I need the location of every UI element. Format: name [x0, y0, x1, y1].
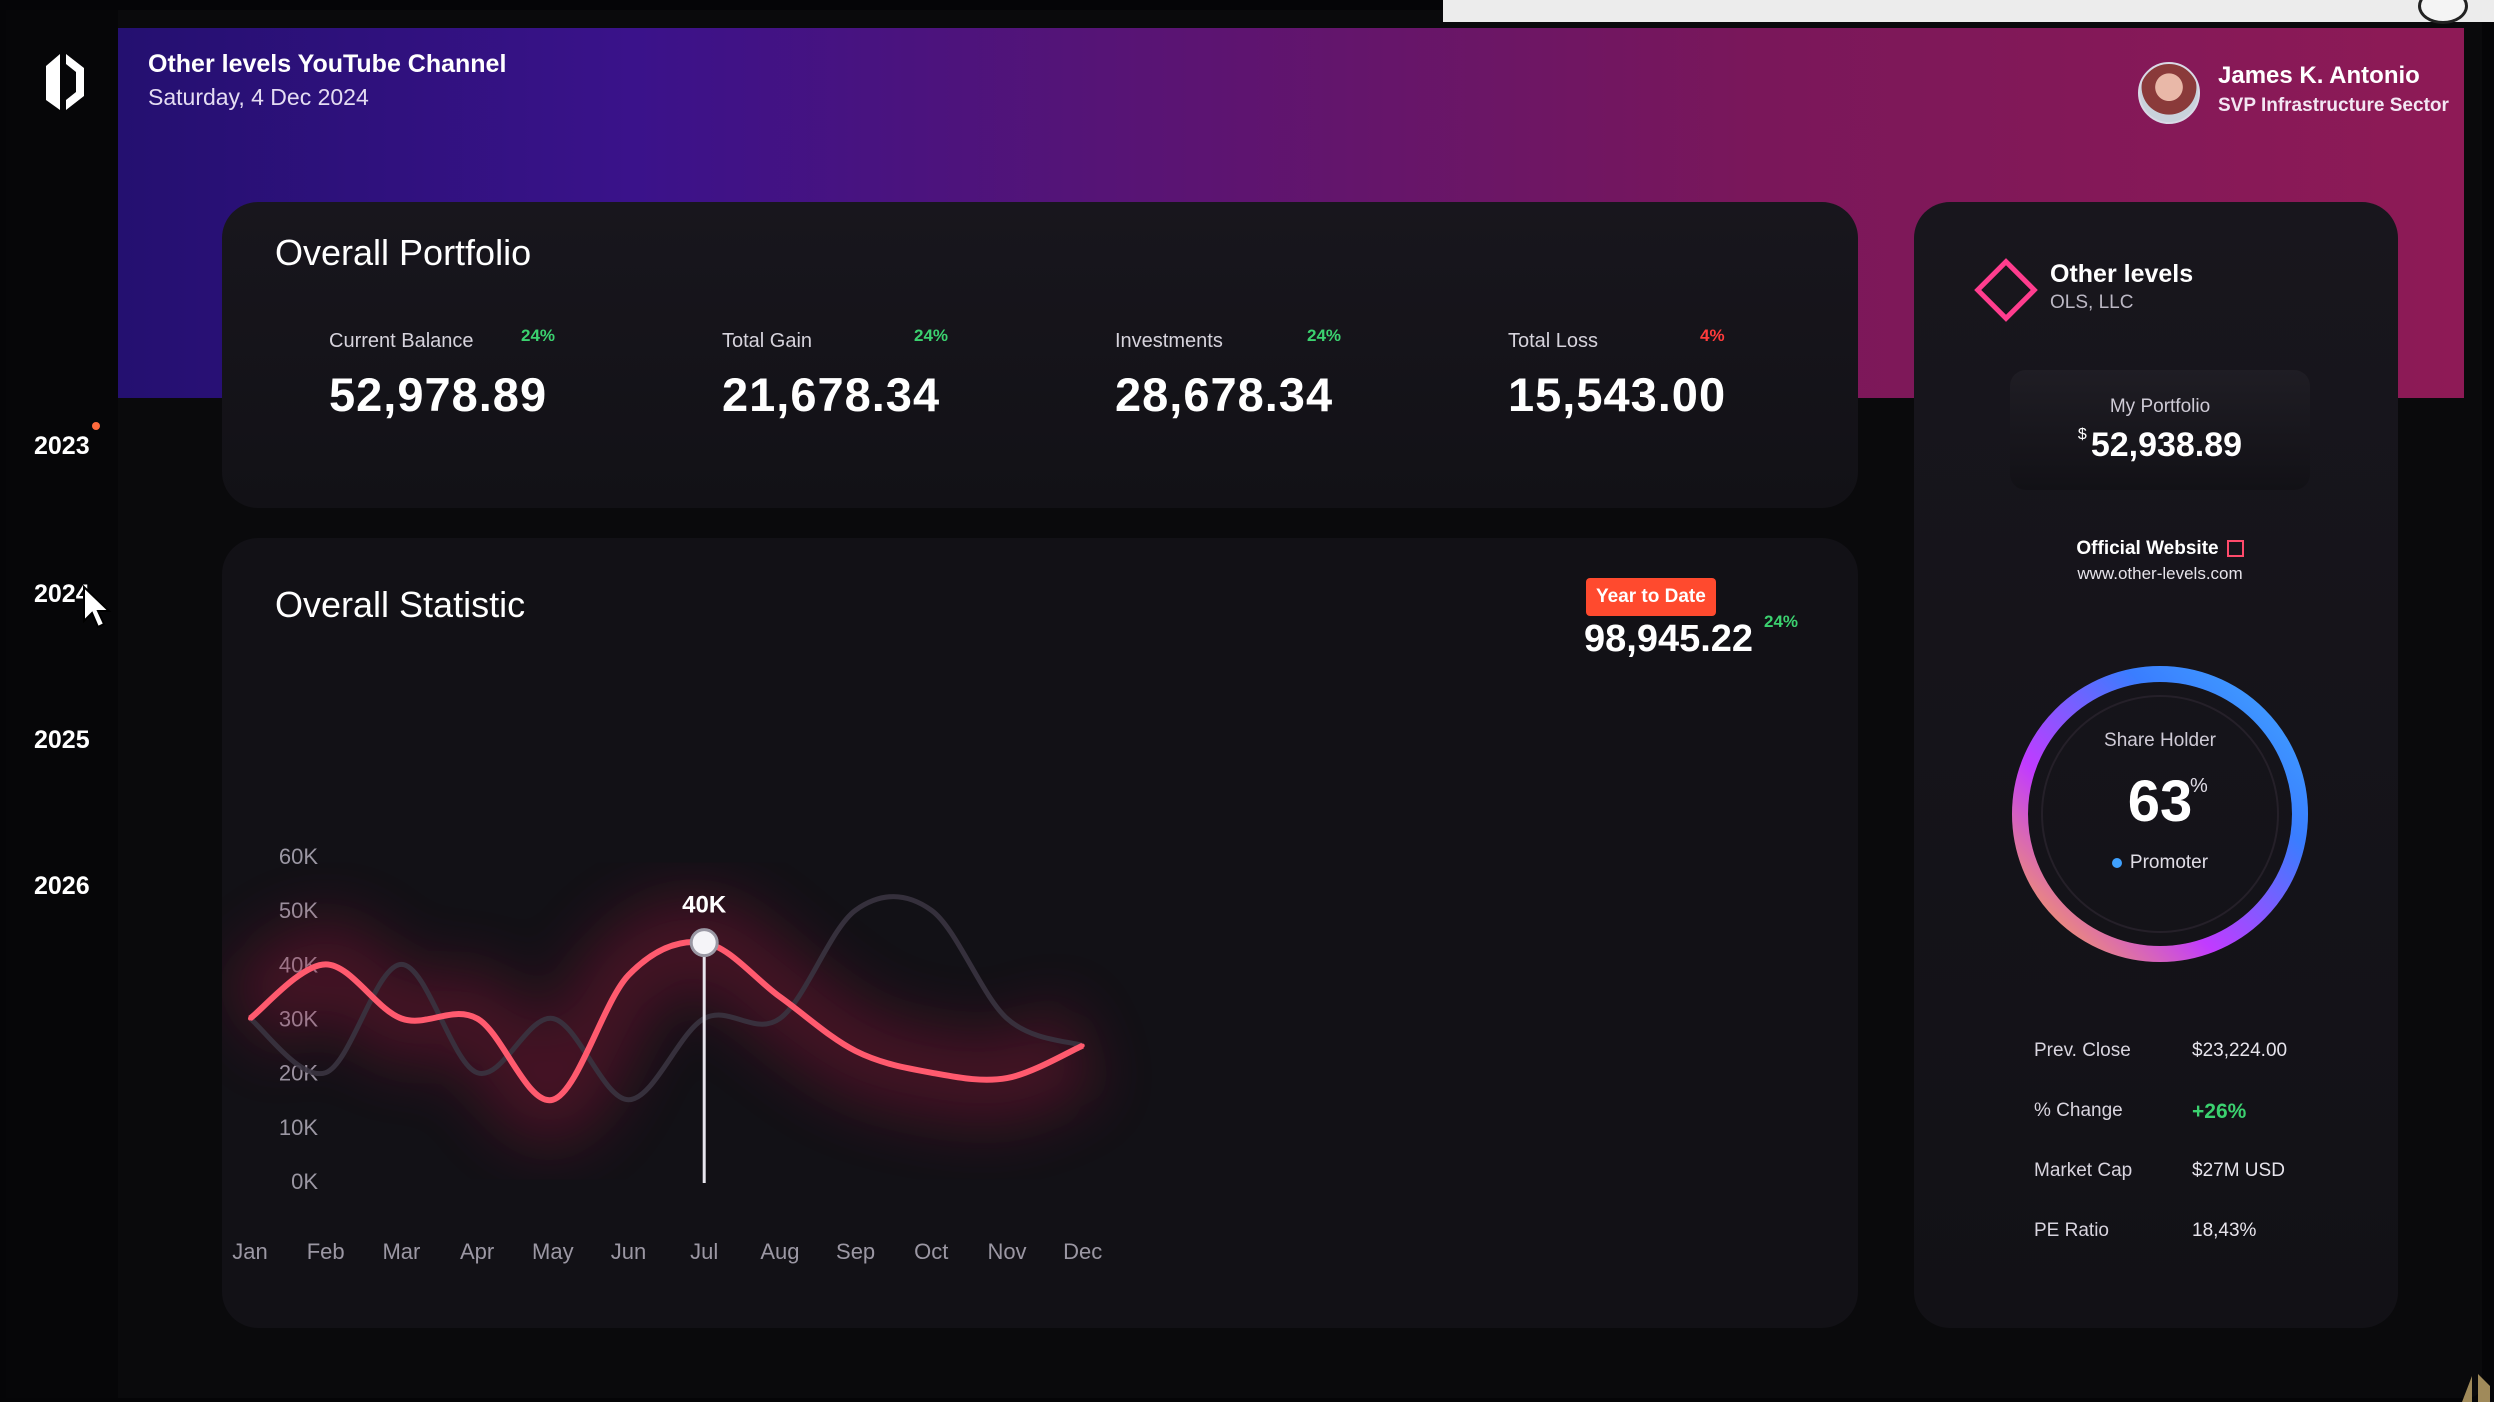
currency-symbol: $ [2077, 426, 2087, 443]
legend-label: Promoter [2129, 852, 2209, 873]
kpi-value: 15,543.00 [1508, 368, 1727, 421]
kpi-total-gain: Total Gain 24% 21,678.34 [722, 326, 1022, 422]
share-holder-label: Share Holder [2104, 730, 2216, 751]
stat-key: Prev. Close [2034, 1040, 2131, 1061]
series-point [550, 1097, 555, 1102]
x-tick-label: Jun [611, 1239, 646, 1264]
kpi-value: 21,678.34 [722, 368, 941, 421]
x-tick-label: Mar [382, 1239, 420, 1264]
series-point [323, 962, 328, 967]
official-website-label: Official Website [2076, 538, 2219, 559]
y-tick-label: 60K [279, 844, 318, 869]
x-tick-label: Oct [914, 1239, 948, 1264]
x-tick-label: Nov [987, 1239, 1026, 1264]
user-name: James K. Antonio [2218, 62, 2420, 89]
series-point [853, 1049, 858, 1053]
kpi-label: Current Balance [329, 330, 474, 352]
series-point [399, 1016, 404, 1021]
series-point [929, 1070, 934, 1075]
kpi-investments: Investments 24% 28,678.34 [1115, 326, 1415, 422]
external-link-icon[interactable] [2226, 540, 2244, 558]
my-portfolio-label: My Portfolio [2109, 396, 2211, 417]
my-portfolio-amount: 52,938.89 [2090, 426, 2243, 464]
x-tick-label: Feb [307, 1239, 345, 1264]
series-point [777, 994, 782, 999]
mouse-cursor-icon [83, 585, 112, 629]
y-tick-label: 0K [291, 1169, 318, 1194]
my-portfolio-value: $52,938.89 [2010, 426, 2310, 465]
series-point [1005, 1076, 1009, 1081]
stat-market-cap: Market Cap $27M USD [2034, 1160, 2285, 1182]
window-topbar [1443, 0, 2494, 24]
stat-value: +26% [2192, 1100, 2247, 1123]
kpi-label: Total Loss [1508, 330, 1599, 352]
year-to-date-value: 98,945.22 [1584, 618, 1754, 660]
y-tick-label: 50K [279, 898, 318, 923]
series-point [626, 973, 631, 978]
sidebar [6, 10, 118, 1398]
x-tick-label: Jul [690, 1239, 718, 1264]
kpi-change: 4% [1700, 326, 1725, 345]
avatar[interactable] [2138, 62, 2200, 124]
stat-value: $23,224.00 [2192, 1040, 2288, 1061]
brand-subtitle: OLS, LLC [2050, 292, 2134, 313]
sidebar-year-2026[interactable]: 2026 [34, 872, 90, 901]
series-point [1080, 1043, 1085, 1048]
stat-key: Market Cap [2034, 1160, 2133, 1181]
sidebar-year-2023[interactable]: 2023 [34, 432, 90, 461]
kpi-value: 52,978.89 [329, 368, 548, 421]
app-logo-icon [46, 54, 84, 110]
kpi-change: 24% [521, 326, 556, 345]
window-control-icon[interactable] [2418, 0, 2468, 24]
channel-title: Other levels YouTube Channel [148, 50, 507, 78]
brand-diamond-icon [1974, 258, 2038, 322]
official-website-link[interactable]: Official Website [2010, 538, 2310, 560]
active-year-indicator [92, 422, 100, 430]
stat-key: PE Ratio [2034, 1220, 2109, 1241]
user-role: SVP Infrastructure Sector [2218, 95, 2449, 116]
series-point [475, 1016, 480, 1021]
header-date: Saturday, 4 Dec 2024 [148, 84, 369, 110]
x-tick-label: Jan [232, 1239, 267, 1264]
x-tick-label: May [532, 1239, 574, 1264]
kpi-label: Investments [1115, 330, 1223, 352]
kpi-current-balance: Current Balance 24% 52,978.89 [329, 326, 629, 422]
highlight-label: 40K [682, 892, 727, 919]
overall-portfolio-card: Overall Portfolio Current Balance 24% 52… [222, 202, 1858, 508]
x-tick-label: Aug [760, 1239, 799, 1264]
stat-value: $27M USD [2192, 1160, 2285, 1181]
stat-percent-change: % Change +26% [2034, 1100, 2246, 1123]
stat-value: 18,43% [2192, 1220, 2257, 1241]
kpi-label: Total Gain [722, 330, 813, 352]
share-holder-legend: Promoter [2010, 852, 2310, 874]
stat-prev-close: Prev. Close $23,224.00 [2034, 1040, 2287, 1062]
portfolio-title: Overall Portfolio [275, 232, 532, 273]
corner-logo-icon [2462, 1374, 2490, 1402]
x-tick-label: Sep [836, 1239, 875, 1264]
x-tick-label: Dec [1063, 1239, 1102, 1264]
year-to-date-badge[interactable]: Year to Date [1586, 578, 1716, 616]
highlight-point [689, 928, 719, 958]
legend-dot-icon [2111, 857, 2122, 868]
stat-pe-ratio: PE Ratio 18,43% [2034, 1220, 2256, 1242]
y-tick-label: 10K [279, 1115, 318, 1140]
website-url[interactable]: www.other-levels.com [2010, 564, 2310, 584]
kpi-value: 28,678.34 [1115, 368, 1334, 421]
kpi-change: 24% [1307, 326, 1342, 345]
year-to-date-change: 24% [1764, 612, 1799, 631]
x-tick-label: Apr [460, 1239, 494, 1264]
brand-name: Other levels [2050, 260, 2194, 288]
kpi-change: 24% [914, 326, 949, 345]
kpi-total-loss: Total Loss 4% 15,543.00 [1508, 326, 1808, 422]
stat-key: % Change [2034, 1100, 2123, 1121]
share-holder-unit: % [2190, 775, 2208, 797]
sidebar-year-2025[interactable]: 2025 [34, 726, 90, 755]
series-point [248, 1016, 252, 1021]
